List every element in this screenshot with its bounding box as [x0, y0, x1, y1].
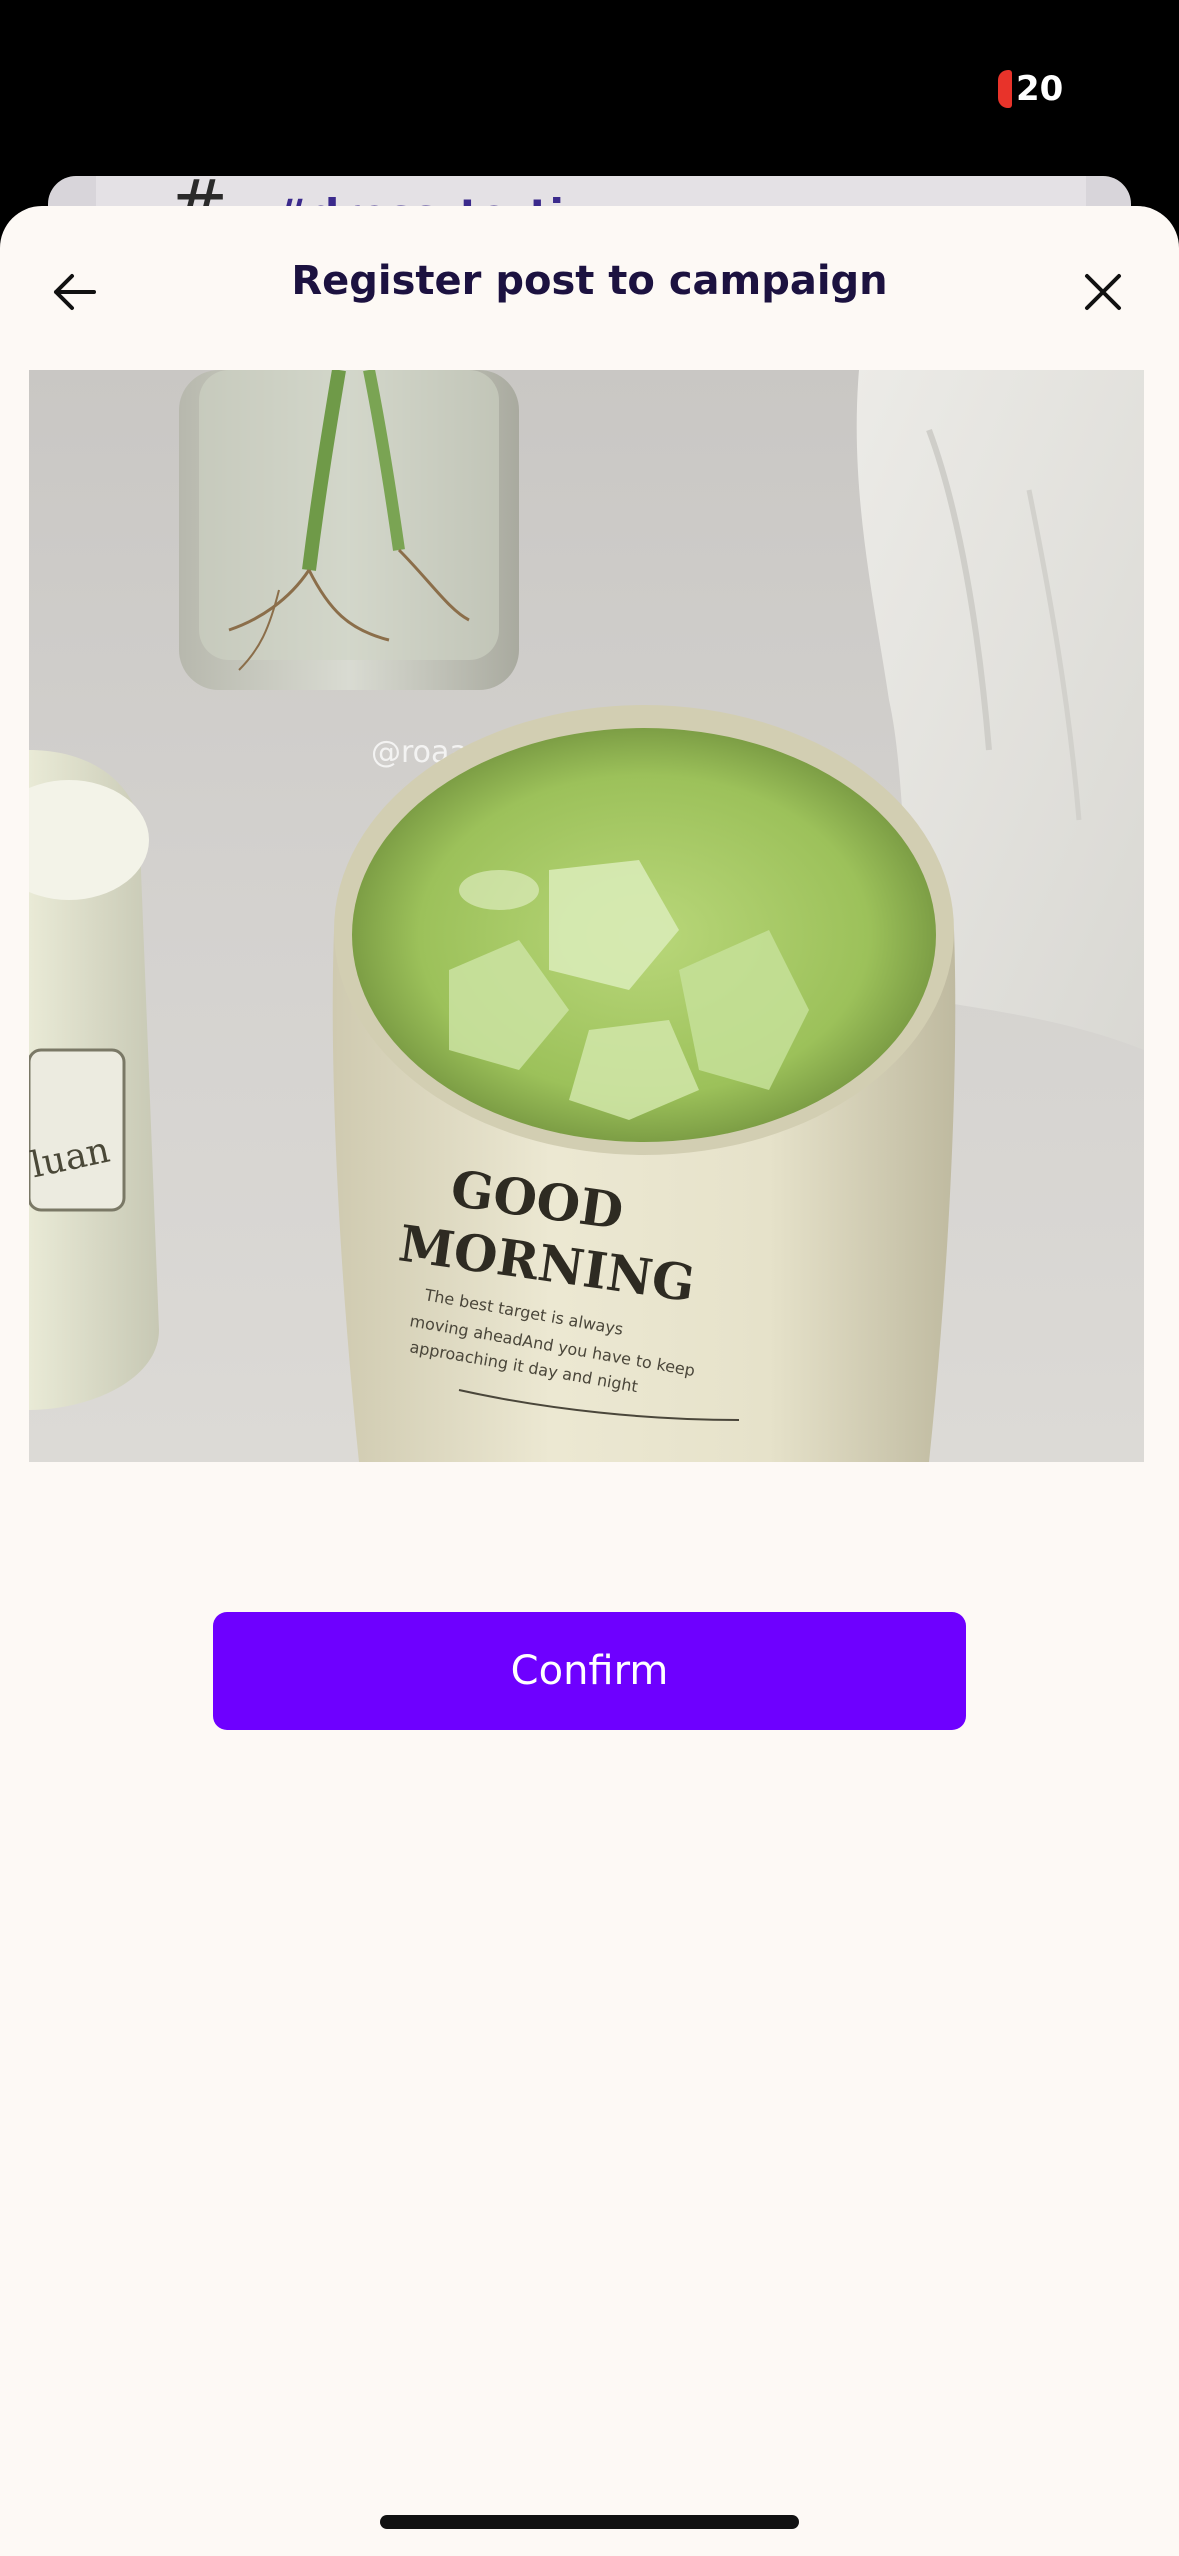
battery-level: 20 [1016, 69, 1064, 109]
battery-icon [998, 70, 1012, 108]
close-button[interactable] [1073, 262, 1133, 322]
confirm-button[interactable]: Confirm [213, 1612, 966, 1730]
status-bar: 20 [0, 0, 1179, 180]
register-post-sheet: Register post to campaign luan GOOD MORN… [0, 206, 1179, 2556]
sheet-header: Register post to campaign [0, 206, 1179, 366]
post-image: @roaa_678 luan GOOD MORNING Th [29, 370, 1144, 1462]
arrow-left-icon [54, 274, 96, 310]
battery-indicator: 20 [998, 68, 1063, 110]
screen: 20 # #dress_to_ti... Register post to ca… [0, 0, 1179, 2556]
back-button[interactable] [44, 262, 104, 322]
post-photo: @roaa_678 luan GOOD MORNING Th [29, 370, 1144, 1462]
home-indicator[interactable] [380, 2515, 799, 2529]
page-title: Register post to campaign [291, 258, 888, 304]
close-icon [1085, 274, 1121, 310]
